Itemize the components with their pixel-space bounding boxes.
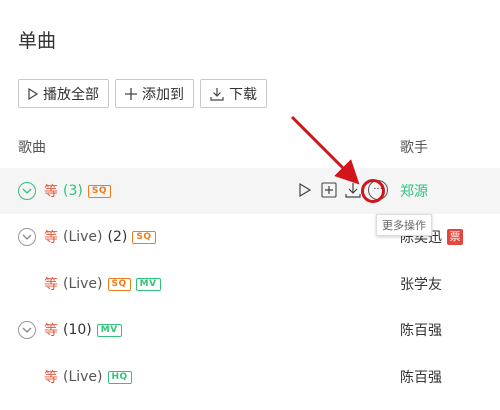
song-name[interactable]: 等 xyxy=(44,274,58,294)
mv-tag[interactable]: MV xyxy=(96,323,122,337)
song-name[interactable]: 等 xyxy=(44,227,58,247)
header-song: 歌曲 xyxy=(18,140,46,156)
song-name[interactable]: 等 xyxy=(44,181,58,201)
mv-tag[interactable]: MV xyxy=(135,277,161,291)
table-row[interactable]: 等 (3) SQ ··· 郑源 xyxy=(0,168,500,214)
version-count: (2) xyxy=(107,229,128,245)
singer-name: 陈百强 xyxy=(400,320,442,340)
plus-icon xyxy=(125,87,137,100)
singer-name: 陈百强 xyxy=(400,367,442,387)
table-row[interactable]: 等 (Live) HQ 陈百强 xyxy=(0,354,500,400)
highlight-circle xyxy=(361,179,385,203)
version-count: (10) xyxy=(63,322,92,338)
sq-tag: SQ xyxy=(107,277,131,291)
table-row[interactable]: 等 (Live) SQ MV 张学友 xyxy=(0,261,500,307)
download-label: 下载 xyxy=(229,86,257,103)
hq-tag: HQ xyxy=(107,370,132,384)
sq-tag: SQ xyxy=(87,184,111,198)
song-extra: (Live) xyxy=(63,229,103,245)
singer-label[interactable]: 张学友 xyxy=(400,274,442,294)
header-singer: 歌手 xyxy=(400,140,428,156)
play-all-label: 播放全部 xyxy=(43,86,99,103)
singer-name: 郑源 xyxy=(400,181,428,201)
download-icon xyxy=(210,87,224,101)
singer-label[interactable]: 郑源 xyxy=(400,181,428,201)
page-title: 单曲 xyxy=(18,30,57,52)
play-icon[interactable] xyxy=(296,181,314,199)
table-row[interactable]: 等 (10) MV 陈百强 xyxy=(0,307,500,353)
play-all-button[interactable]: 播放全部 xyxy=(18,79,109,108)
singer-name: 张学友 xyxy=(400,274,442,294)
expand-icon[interactable] xyxy=(18,321,36,339)
song-name[interactable]: 等 xyxy=(44,320,58,340)
version-count: (3) xyxy=(63,183,83,199)
add-to-button[interactable]: 添加到 xyxy=(115,79,194,108)
singer-label[interactable]: 陈百强 xyxy=(400,367,442,387)
song-list-header: 歌曲 歌手 xyxy=(0,130,500,160)
song-name[interactable]: 等 xyxy=(44,367,58,387)
download-button[interactable]: 下载 xyxy=(200,79,267,108)
more-options-tooltip: 更多操作 xyxy=(376,214,432,236)
ticket-badge[interactable]: 票 xyxy=(447,229,463,245)
sq-tag: SQ xyxy=(132,230,156,244)
download-icon[interactable] xyxy=(344,181,362,199)
add-to-label: 添加到 xyxy=(142,86,184,103)
play-icon xyxy=(28,87,38,100)
add-icon[interactable] xyxy=(320,181,338,199)
expand-icon[interactable] xyxy=(18,182,36,200)
song-extra: (Live) xyxy=(63,276,103,292)
song-extra: (Live) xyxy=(63,369,103,385)
toolbar: 播放全部 添加到 下载 xyxy=(18,79,267,108)
expand-icon[interactable] xyxy=(18,228,36,246)
singer-label[interactable]: 陈百强 xyxy=(400,320,442,340)
